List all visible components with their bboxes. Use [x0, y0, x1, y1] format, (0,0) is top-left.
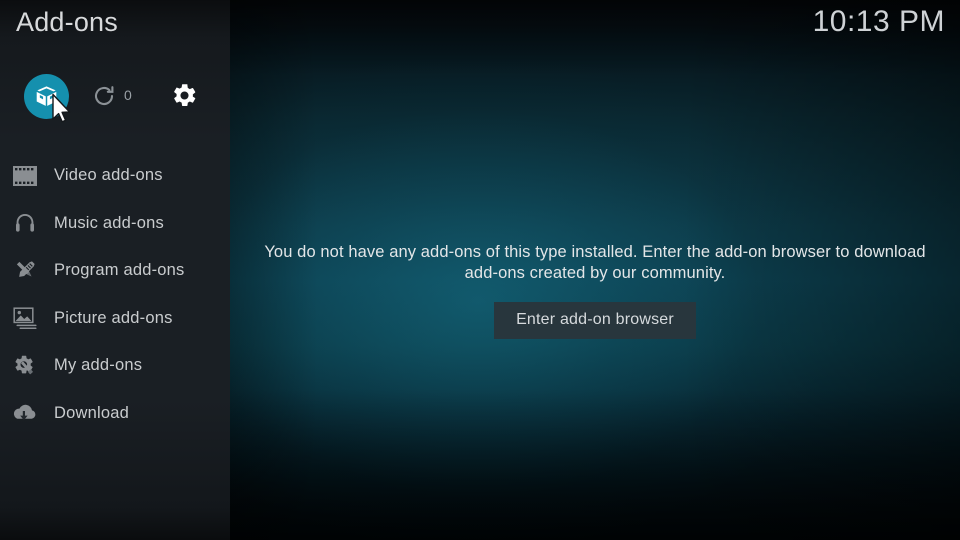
addon-browser-icon-button[interactable] — [24, 74, 69, 119]
photos-icon — [11, 304, 39, 332]
sidebar-toolbar: 0 — [0, 74, 230, 122]
empty-message-line-2: add-ons created by our community. — [464, 264, 726, 282]
enter-addon-browser-button[interactable]: Enter add-on browser — [494, 302, 696, 339]
gear-screwdriver-icon — [11, 352, 39, 380]
refresh-icon — [92, 86, 116, 112]
sidebar-item-label: Download — [54, 403, 129, 422]
kodi-addons-screen: 10:13 PM You do not have any add-ons of … — [0, 0, 960, 540]
film-strip-icon — [11, 162, 39, 190]
update-count-label: 0 — [124, 87, 133, 103]
empty-state-panel: You do not have any add-ons of this type… — [260, 242, 930, 339]
sidebar-item-music-addons[interactable]: Music add-ons — [0, 200, 230, 248]
sidebar-item-label: Program add-ons — [54, 261, 185, 280]
sidebar-item-download[interactable]: Download — [0, 390, 230, 438]
sidebar-item-label: My add-ons — [54, 356, 143, 375]
empty-message-line-1: You do not have any add-ons of this type… — [264, 243, 926, 261]
sidebar: Add-ons 0 Video add-ons Music add-ons Pr… — [0, 0, 230, 540]
gear-icon — [171, 84, 198, 113]
pencil-ruler-icon — [11, 257, 39, 285]
open-box-icon — [34, 84, 59, 109]
sidebar-item-label: Music add-ons — [54, 213, 164, 232]
page-title: Add-ons — [16, 7, 118, 37]
cloud-download-icon — [11, 399, 39, 427]
sidebar-item-label: Video add-ons — [54, 166, 163, 185]
main-content-area: 10:13 PM You do not have any add-ons of … — [230, 0, 960, 540]
settings-button[interactable] — [171, 82, 198, 109]
sidebar-item-video-addons[interactable]: Video add-ons — [0, 152, 230, 200]
sidebar-item-my-addons[interactable]: My add-ons — [0, 342, 230, 390]
check-for-updates-button[interactable] — [92, 84, 116, 108]
sidebar-menu: Video add-ons Music add-ons Program add-… — [0, 152, 230, 437]
headphones-icon — [11, 209, 39, 237]
clock: 10:13 PM — [812, 5, 945, 38]
sidebar-item-program-addons[interactable]: Program add-ons — [0, 247, 230, 295]
sidebar-item-picture-addons[interactable]: Picture add-ons — [0, 295, 230, 343]
sidebar-item-label: Picture add-ons — [54, 308, 173, 327]
